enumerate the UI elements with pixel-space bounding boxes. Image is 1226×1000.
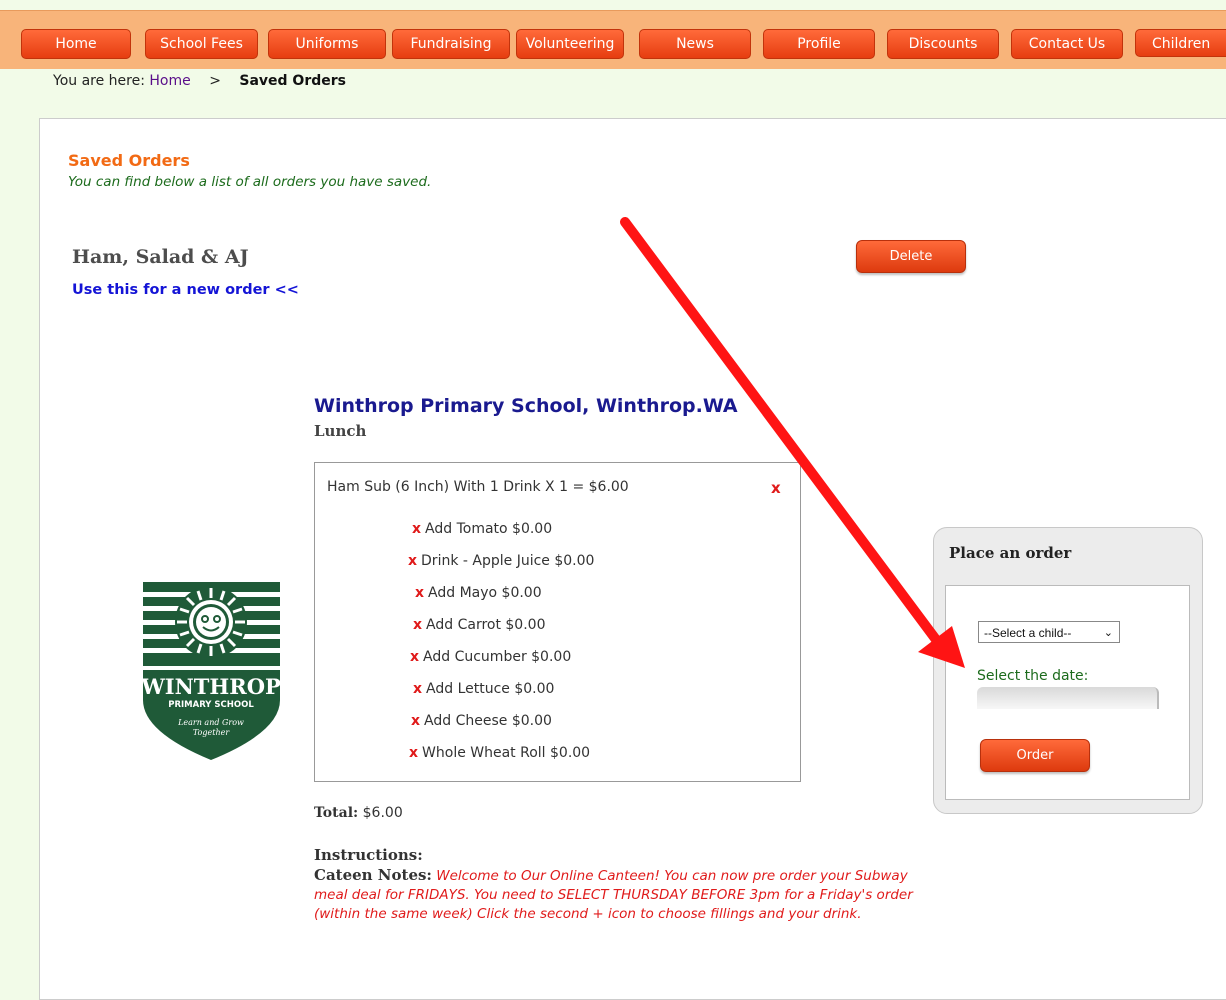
chevron-down-icon: ⌄ xyxy=(1103,627,1113,639)
delete-button[interactable]: Delete xyxy=(856,240,966,273)
place-order-panel: Place an order --Select a child-- ⌄ Sele… xyxy=(933,527,1203,814)
svg-text:WINTHROP: WINTHROP xyxy=(143,674,280,699)
nav-profile[interactable]: Profile xyxy=(763,29,875,59)
order-button[interactable]: Order xyxy=(980,739,1090,772)
extra-label: Drink - Apple Juice $0.00 xyxy=(421,553,595,569)
meal-type: Lunch xyxy=(314,422,367,440)
nav-school-fees[interactable]: School Fees xyxy=(145,29,258,59)
order-items-box: Ham Sub (6 Inch) With 1 Drink X 1 = $6.0… xyxy=(314,462,801,782)
order-total: Total: $6.00 xyxy=(314,805,403,821)
place-order-title: Place an order xyxy=(949,544,1072,562)
breadcrumb-separator: > xyxy=(209,73,221,89)
date-label: Select the date: xyxy=(977,668,1089,684)
instructions-label: Instructions: xyxy=(314,846,423,864)
remove-icon[interactable]: x xyxy=(415,585,424,601)
nav-uniforms[interactable]: Uniforms xyxy=(268,29,386,59)
remove-icon[interactable]: x xyxy=(409,745,418,761)
child-select[interactable]: --Select a child-- ⌄ xyxy=(978,621,1120,643)
list-item: x Add Mayo $0.00 xyxy=(415,585,542,601)
child-select-value: --Select a child-- xyxy=(984,626,1072,640)
saved-order-name: Ham, Salad & AJ xyxy=(72,246,249,268)
nav-home[interactable]: Home xyxy=(21,29,131,59)
remove-icon[interactable]: x xyxy=(413,681,422,697)
page-subtitle: You can find below a list of all orders … xyxy=(68,174,432,190)
remove-icon[interactable]: x xyxy=(411,713,420,729)
extra-label: Whole Wheat Roll $0.00 xyxy=(422,745,591,761)
canteen-notes: Cateen Notes: Welcome to Our Online Cant… xyxy=(314,866,924,924)
remove-icon[interactable]: x xyxy=(408,553,417,569)
breadcrumb-home-link[interactable]: Home xyxy=(149,73,190,89)
nav-fundraising[interactable]: Fundraising xyxy=(392,29,510,59)
top-nav-bar: Home School Fees Uniforms Fundraising Vo… xyxy=(0,10,1226,69)
svg-text:PRIMARY SCHOOL: PRIMARY SCHOOL xyxy=(168,700,254,710)
nav-children[interactable]: Children xyxy=(1135,29,1226,57)
list-item: x Add Carrot $0.00 xyxy=(413,617,545,633)
remove-icon[interactable]: x xyxy=(410,649,419,665)
extra-label: Add Carrot $0.00 xyxy=(426,617,546,633)
extra-label: Add Tomato $0.00 xyxy=(425,521,553,537)
total-label: Total: xyxy=(314,805,359,821)
extra-label: Add Cheese $0.00 xyxy=(424,713,552,729)
breadcrumb-prefix: You are here: xyxy=(53,73,145,89)
list-item: x Add Tomato $0.00 xyxy=(412,521,552,537)
extra-label: Add Mayo $0.00 xyxy=(428,585,542,601)
extra-label: Add Cucumber $0.00 xyxy=(423,649,572,665)
total-value: $6.00 xyxy=(362,805,403,821)
svg-text:Together: Together xyxy=(193,728,230,737)
page-title: Saved Orders xyxy=(68,151,190,170)
svg-text:Learn and Grow: Learn and Grow xyxy=(177,718,244,727)
main-item: Ham Sub (6 Inch) With 1 Drink X 1 = $6.0… xyxy=(327,479,629,495)
date-input[interactable] xyxy=(977,687,1159,709)
school-logo: WINTHROP PRIMARY SCHOOL Learn and Grow T… xyxy=(143,582,280,760)
school-name: Winthrop Primary School, Winthrop.WA xyxy=(314,395,738,417)
list-item: x Add Lettuce $0.00 xyxy=(413,681,554,697)
remove-icon[interactable]: x xyxy=(412,521,421,537)
nav-discounts[interactable]: Discounts xyxy=(887,29,999,59)
list-item: x Drink - Apple Juice $0.00 xyxy=(408,553,594,569)
nav-news[interactable]: News xyxy=(639,29,751,59)
remove-icon[interactable]: x xyxy=(413,617,422,633)
breadcrumb-current: Saved Orders xyxy=(239,73,346,89)
breadcrumb: You are here: Home > Saved Orders xyxy=(53,73,346,89)
nav-volunteering[interactable]: Volunteering xyxy=(516,29,624,59)
nav-contact-us[interactable]: Contact Us xyxy=(1011,29,1123,59)
remove-main-item-icon[interactable]: x xyxy=(771,479,781,497)
use-for-new-order-link[interactable]: Use this for a new order << xyxy=(72,282,299,298)
extra-label: Add Lettuce $0.00 xyxy=(426,681,555,697)
list-item: x Add Cheese $0.00 xyxy=(411,713,552,729)
notes-label: Cateen Notes: xyxy=(314,866,432,884)
list-item: x Add Cucumber $0.00 xyxy=(410,649,571,665)
list-item: x Whole Wheat Roll $0.00 xyxy=(409,745,590,761)
